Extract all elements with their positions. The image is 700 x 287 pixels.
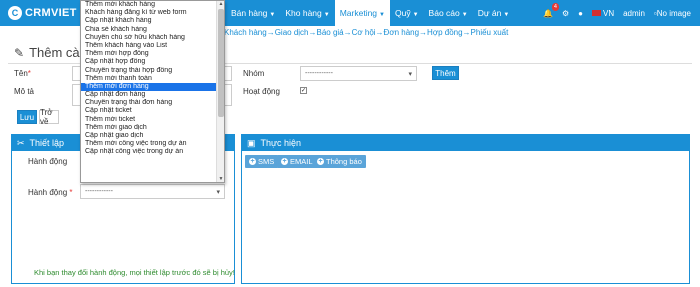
- dropdown-option[interactable]: Thêm khách hàng vào List: [81, 42, 217, 50]
- dropdown-option[interactable]: Khách hàng đăng kí từ web form: [81, 9, 217, 17]
- scroll-up-icon[interactable]: ▲: [218, 1, 224, 7]
- warning-text: Khi bạn thay đổi hành động, mọi thiết lậ…: [34, 268, 235, 277]
- group-label: Nhóm: [243, 69, 265, 78]
- menu-item-reports[interactable]: Báo cáo ▼: [424, 0, 473, 26]
- notification-button[interactable]: + Thông báo: [313, 155, 366, 168]
- dropdown-option[interactable]: Cập nhật đơn hàng: [81, 91, 217, 99]
- bell-icon[interactable]: 🔔 4: [543, 2, 559, 18]
- drop-icon[interactable]: ●: [578, 9, 583, 18]
- navbar-right: 🔔 4 ⚙ ● VN admin ▫No image: [543, 0, 700, 26]
- action-label: Hành động: [28, 157, 68, 166]
- dropdown-option[interactable]: Cập nhật khách hàng: [81, 17, 217, 25]
- menu-item-sales[interactable]: Bán hàng ▼: [226, 0, 280, 26]
- logo-text: CRMVIET: [25, 7, 77, 19]
- scrollbar-thumb[interactable]: [218, 9, 224, 117]
- plus-icon: +: [317, 158, 324, 165]
- dropdown-option[interactable]: Thêm mới giao dịch: [81, 124, 217, 132]
- menu-item-warehouse[interactable]: Kho hàng ▼: [280, 0, 334, 26]
- menu-item-marketing[interactable]: Marketing ▼: [334, 0, 390, 26]
- scroll-down-icon[interactable]: ▼: [218, 176, 224, 182]
- menu-item-fund[interactable]: Quỹ ▼: [390, 0, 424, 26]
- avatar[interactable]: ▫No image: [654, 9, 691, 18]
- chevron-down-icon: ▾: [216, 188, 220, 196]
- flag-icon: [591, 10, 601, 17]
- action-select-label: Hành động *: [28, 188, 73, 197]
- dropdown-scrollbar[interactable]: ▲ ▼: [216, 1, 224, 182]
- dropdown-options: Thêm mới khách hàng Khách hàng đăng kí từ…: [81, 1, 217, 157]
- dropdown-option[interactable]: Chuyển trạng thái hợp đồng: [81, 67, 217, 75]
- user-name[interactable]: admin: [623, 9, 645, 18]
- breadcrumb[interactable]: Khách hàng→Giao dịch→Báo giá→Cơ hội→Đơn …: [224, 28, 508, 37]
- email-button[interactable]: + EMAIL: [277, 155, 317, 168]
- dropdown-option[interactable]: Chuyển trạng thái đơn hàng: [81, 99, 217, 107]
- edit-icon: ✎: [14, 45, 25, 60]
- menu-item-projects[interactable]: Dự án ▼: [473, 0, 515, 26]
- dropdown-option[interactable]: Thêm mới khách hàng: [81, 1, 217, 9]
- language-switch[interactable]: VN: [591, 9, 614, 18]
- active-label: Hoạt động: [243, 87, 280, 96]
- add-group-button[interactable]: Thêm: [432, 66, 459, 80]
- dropdown-option[interactable]: Thêm mới hợp đồng: [81, 50, 217, 58]
- app-logo[interactable]: C CRMVIET: [8, 5, 77, 21]
- dropdown-option[interactable]: Thêm mới đơn hàng: [81, 82, 217, 92]
- dropdown-option[interactable]: Cập nhật hợp đồng: [81, 58, 217, 66]
- dropdown-option[interactable]: Thêm mới thanh toán: [81, 75, 217, 83]
- description-label: Mô tả: [14, 87, 35, 96]
- group-select[interactable]: ------------ ▾: [300, 66, 417, 81]
- action-dropdown-list[interactable]: Thêm mới khách hàng Khách hàng đăng kí từ…: [80, 0, 225, 183]
- dropdown-option[interactable]: Thêm mới ticket: [81, 116, 217, 124]
- save-button[interactable]: Lưu: [17, 110, 37, 124]
- plus-icon: +: [281, 158, 288, 165]
- dropdown-option[interactable]: Chia sẻ khách hàng: [81, 26, 217, 34]
- chevron-down-icon: ▾: [408, 70, 412, 78]
- sms-button[interactable]: + SMS: [245, 155, 279, 168]
- dropdown-option[interactable]: Thêm mới công việc trong dự án: [81, 140, 217, 148]
- terminal-icon: ▣: [247, 137, 256, 148]
- dropdown-option[interactable]: Cập nhật giao dịch: [81, 132, 217, 140]
- dropdown-option[interactable]: Chuyển chủ sở hữu khách hàng: [81, 34, 217, 42]
- dropdown-option[interactable]: Cập nhật công việc trong dự án: [81, 148, 217, 156]
- logo-mark: C: [8, 6, 22, 20]
- action-select[interactable]: ------------ ▾: [80, 184, 225, 199]
- notification-badge: 4: [551, 2, 559, 11]
- dropdown-option[interactable]: Cập nhật ticket: [81, 107, 217, 115]
- execute-panel-header: ▣ Thực hiện: [242, 135, 689, 151]
- name-label: Tên*: [14, 69, 31, 78]
- plus-icon: +: [249, 158, 256, 165]
- tools-icon: ✂: [17, 137, 25, 148]
- back-button[interactable]: Trở về: [39, 108, 59, 126]
- active-checkbox[interactable]: ✓: [300, 87, 307, 94]
- main-menu: Bán hàng ▼ Kho hàng ▼ Marketing ▼ Quỹ ▼ Báo …: [226, 0, 514, 26]
- gear-icon[interactable]: ⚙: [562, 9, 569, 18]
